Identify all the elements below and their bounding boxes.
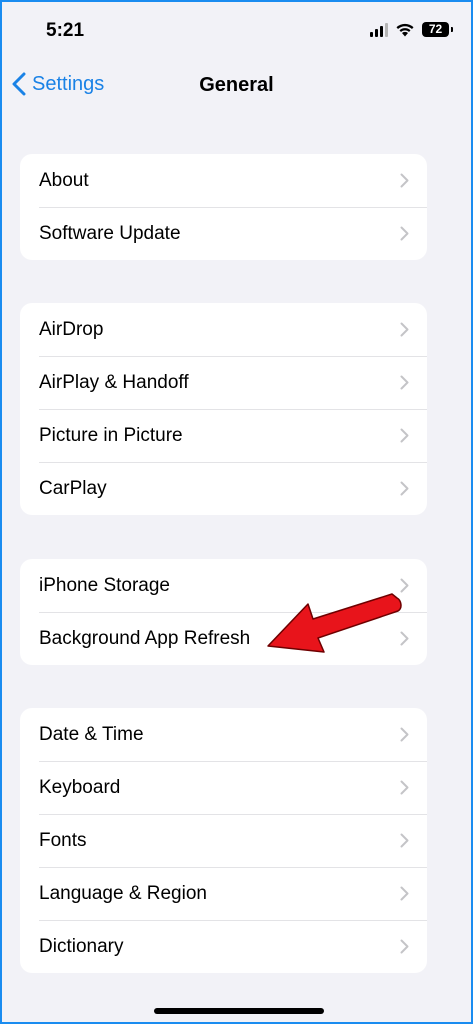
home-indicator xyxy=(154,1008,324,1014)
red-arrow-icon xyxy=(267,593,402,653)
screen-frame: 5:21 72 Settings General About Software … xyxy=(0,0,473,1024)
